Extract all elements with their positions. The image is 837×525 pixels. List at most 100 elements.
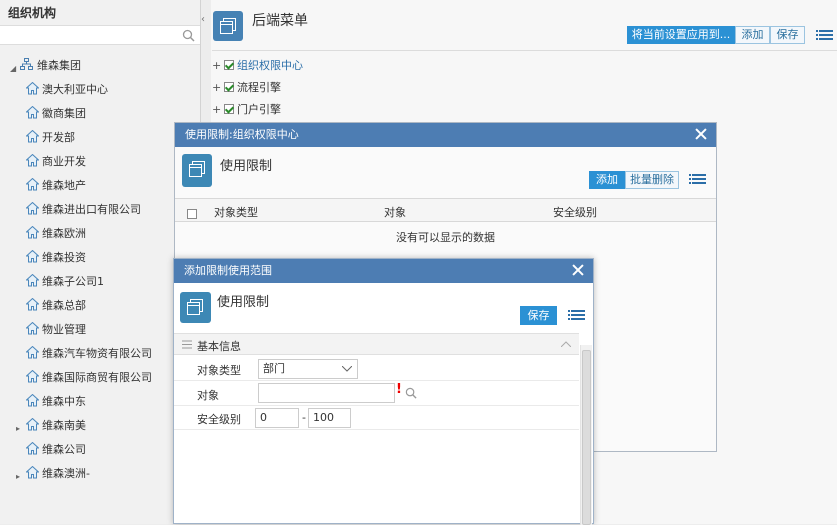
home-icon — [26, 82, 39, 95]
empty-message: 没有可以显示的数据 — [396, 231, 495, 244]
collapse-arrow-icon[interactable]: ▸ — [16, 421, 20, 437]
tree-item-label: 维森国际商贸有限公司 — [42, 371, 152, 384]
home-icon — [26, 226, 39, 239]
home-icon — [26, 322, 39, 335]
required-icon: ! — [396, 382, 402, 397]
window-icon — [213, 11, 243, 41]
checkbox[interactable] — [224, 104, 234, 114]
checkbox[interactable] — [224, 82, 234, 92]
section-label: 基本信息 — [197, 340, 241, 353]
scrollbar[interactable] — [580, 345, 592, 525]
tree-item-label: 维森进出口有限公司 — [42, 203, 141, 216]
tree-item[interactable]: 开发部 — [0, 126, 200, 150]
tree-item[interactable]: 维森欧洲 — [0, 222, 200, 246]
tree-item[interactable]: 物业管理 — [0, 318, 200, 342]
list-menu-icon[interactable] — [571, 310, 585, 321]
usage-dialog-heading: 使用限制 — [220, 159, 273, 174]
level-separator: - — [302, 411, 306, 424]
field-row-object-type: 对象类型 部门 — [174, 357, 579, 381]
batch-delete-button[interactable]: 批量删除 — [625, 171, 679, 189]
field-row-object: 对象 ! — [174, 382, 579, 406]
drag-handle-icon — [182, 340, 192, 349]
header-divider — [212, 50, 837, 51]
org-search-input[interactable] — [4, 26, 174, 44]
tree-item[interactable]: 澳大利亚中心 — [0, 78, 200, 102]
search-icon[interactable] — [182, 29, 195, 42]
column-security-level[interactable]: 安全级别 — [553, 204, 597, 220]
org-tree: ◢ 维森集团 澳大利亚中心 徽商集团 开发部 商业开发 维森地产 维森进出口有限公司 维森欧洲维… — [0, 54, 200, 486]
search-icon[interactable] — [405, 387, 417, 399]
tree-item[interactable]: ◢ 维森集团 — [0, 54, 200, 78]
scope-dialog-titlebar: 添加限制使用范围 — [174, 259, 593, 283]
scope-dialog: 添加限制使用范围 使用限制 保存 基本信息 对象类型 部门 对象 ! 安全级别 … — [173, 258, 594, 525]
apply-to-button[interactable]: 将当前设置应用到... — [627, 26, 735, 44]
tree-item-label: 维森地产 — [42, 179, 86, 192]
list-menu-icon[interactable] — [692, 174, 706, 185]
level-min-input[interactable]: 0 — [255, 408, 299, 428]
close-icon[interactable] — [572, 264, 584, 276]
tree-item[interactable]: 维森公司 — [0, 438, 200, 462]
home-icon — [26, 154, 39, 167]
expand-arrow-icon[interactable]: ◢ — [10, 61, 16, 77]
tree-item[interactable]: 维森汽车物资有限公司 — [0, 342, 200, 366]
tree-item-label: 维森子公司1 — [42, 275, 104, 288]
tree-item-label: 商业开发 — [42, 155, 86, 168]
tree-item-label: 维森集团 — [37, 59, 81, 72]
tree-item-label: 维森欧洲 — [42, 227, 86, 240]
tree-item[interactable]: 维森中东 — [0, 390, 200, 414]
menu-tree-item[interactable]: + 组织权限中心 — [212, 58, 303, 74]
column-object-type[interactable]: 对象类型 — [214, 204, 258, 220]
close-icon[interactable] — [695, 128, 707, 140]
tree-item[interactable]: 维森子公司1 — [0, 270, 200, 294]
tree-item[interactable]: 维森进出口有限公司 — [0, 198, 200, 222]
collapse-arrow-icon[interactable]: ▸ — [16, 469, 20, 485]
home-icon — [26, 370, 39, 383]
add-button[interactable]: 添加 — [589, 171, 625, 189]
tree-item-label: 维森总部 — [42, 299, 86, 312]
list-menu-icon[interactable] — [819, 30, 833, 41]
tree-item-label: 澳大利亚中心 — [42, 83, 108, 96]
expand-icon[interactable]: + — [212, 58, 222, 74]
chevron-up-icon[interactable] — [561, 341, 571, 347]
save-button[interactable]: 保存 — [520, 306, 557, 325]
menu-tree-label: 组织权限中心 — [237, 59, 303, 72]
collapse-panel-icon[interactable]: ‹ — [201, 14, 211, 40]
tree-item[interactable]: 维森地产 — [0, 174, 200, 198]
home-icon — [26, 394, 39, 407]
tree-item[interactable]: 维森总部 — [0, 294, 200, 318]
tree-item[interactable]: ▸ 维森澳洲- — [0, 462, 200, 486]
home-icon — [26, 106, 39, 119]
tree-item-label: 维森汽车物资有限公司 — [42, 347, 152, 360]
add-button[interactable]: 添加 — [735, 26, 770, 44]
tree-item[interactable]: 商业开发 — [0, 150, 200, 174]
expand-icon[interactable]: + — [212, 102, 222, 118]
org-search[interactable] — [0, 25, 200, 45]
tree-item[interactable]: 徽商集团 — [0, 102, 200, 126]
save-button[interactable]: 保存 — [770, 26, 805, 44]
tree-item-label: 维森中东 — [42, 395, 86, 408]
checkbox[interactable] — [224, 60, 234, 70]
menu-tree-item[interactable]: + 门户引擎 — [212, 102, 281, 118]
tree-item[interactable]: ▸ 维森南美 — [0, 414, 200, 438]
home-icon — [26, 346, 39, 359]
home-icon — [26, 418, 39, 431]
menu-tree-item[interactable]: + 流程引擎 — [212, 80, 281, 96]
tree-item-label: 徽商集团 — [42, 107, 86, 120]
tree-item-label: 维森南美 — [42, 419, 86, 432]
tree-item[interactable]: 维森国际商贸有限公司 — [0, 366, 200, 390]
column-object[interactable]: 对象 — [384, 204, 406, 220]
scrollbar-thumb[interactable] — [582, 350, 591, 525]
level-max-input[interactable]: 100 — [308, 408, 351, 428]
window-icon — [180, 292, 211, 323]
tree-item[interactable]: 维森投资 — [0, 246, 200, 270]
org-root-icon — [20, 58, 33, 70]
expand-icon[interactable]: + — [212, 80, 222, 96]
home-icon — [26, 250, 39, 263]
tree-item-label: 开发部 — [42, 131, 75, 144]
usage-dialog-titlebar: 使用限制:组织权限中心 — [175, 123, 716, 147]
object-type-select[interactable]: 部门 — [258, 359, 358, 379]
object-input[interactable] — [258, 383, 395, 403]
security-level-label: 安全级别 — [197, 413, 241, 426]
section-basic-info[interactable]: 基本信息 — [174, 333, 579, 355]
tree-item-label: 维森澳洲- — [42, 467, 90, 480]
